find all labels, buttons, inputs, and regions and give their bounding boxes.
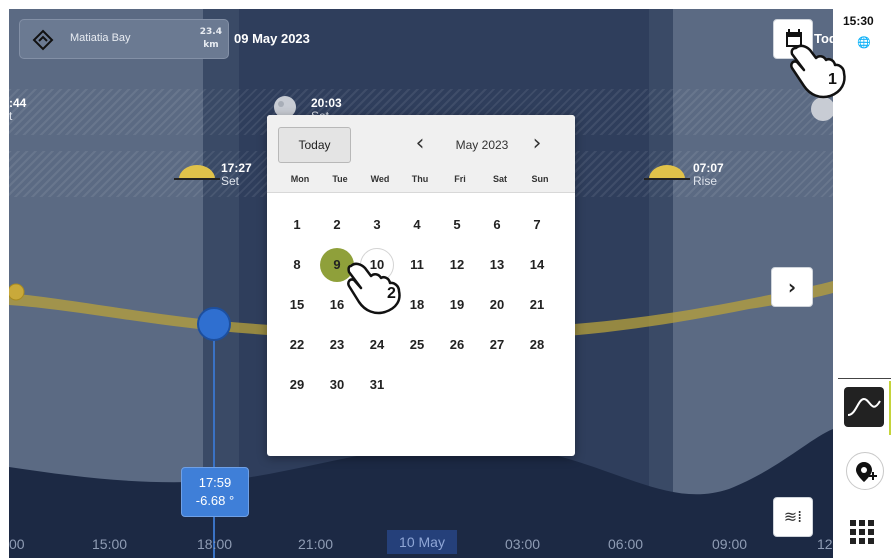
calendar-day-20[interactable]: 20 (480, 288, 514, 322)
event-label: Rise (693, 174, 718, 188)
sun-position-dot (9, 283, 25, 301)
axis-label: 12 (817, 536, 833, 552)
sunrise-icon (644, 165, 690, 180)
calendar-day-19[interactable]: 19 (440, 288, 474, 322)
tide-filter-icon: ≋⁞ (783, 507, 803, 526)
axis-label: 09:00 (712, 536, 748, 552)
sun-rise-event: 07:07 Rise (693, 162, 724, 188)
event-label: t (9, 109, 13, 123)
weekday-label: Tue (332, 174, 348, 184)
chevron-right-icon: › (787, 275, 797, 299)
calendar-day-24[interactable]: 24 (360, 328, 394, 362)
weekday-label: Mon (290, 174, 310, 184)
sunset-icon (174, 165, 220, 180)
step-badge: 2 (387, 285, 396, 302)
chevron-right-icon: › (532, 131, 542, 156)
calendar-day-22[interactable]: 22 (280, 328, 314, 362)
calendar-day-29[interactable]: 29 (280, 368, 314, 402)
weekday-label: Fri (454, 174, 466, 184)
apps-grid-button[interactable] (850, 520, 874, 544)
status-clock: 15:30 (843, 14, 874, 28)
calendar-day-26[interactable]: 26 (440, 328, 474, 362)
month-label: May 2023 (455, 138, 509, 152)
tide-filter-button[interactable]: ≋⁞ (773, 497, 813, 537)
add-location-pin-icon (856, 462, 877, 482)
calendar-day-8[interactable]: 8 (280, 248, 314, 282)
step-badge: 1 (828, 71, 837, 88)
distance-unit: km (203, 40, 219, 50)
weekday-label: Wed (370, 174, 390, 184)
hand-pointer-icon: 1 (790, 44, 846, 99)
calendar-day-31[interactable]: 31 (360, 368, 394, 402)
calendar-day-4[interactable]: 4 (400, 208, 434, 242)
today-button[interactable]: Today (278, 127, 351, 163)
calendar-day-6[interactable]: 6 (480, 208, 514, 242)
calendar-day-5[interactable]: 5 (440, 208, 474, 242)
next-month-button[interactable]: › (524, 131, 550, 159)
location-selector[interactable]: Matiatia Bay 23.4 km (19, 19, 229, 59)
prev-month-button[interactable]: ‹ (407, 131, 433, 159)
navigation-diamond-icon (32, 29, 54, 51)
calendar-day-7[interactable]: 7 (520, 208, 554, 242)
calendar-day-30[interactable]: 30 (320, 368, 354, 402)
time-cursor-line (213, 325, 215, 558)
header-date: 09 May 2023 (234, 31, 310, 46)
calendar-day-25[interactable]: 25 (400, 328, 434, 362)
tide-curve-icon (844, 387, 884, 427)
calendar-day-28[interactable]: 28 (520, 328, 554, 362)
calendar-day-3[interactable]: 3 (360, 208, 394, 242)
axis-label: 03:00 (505, 536, 541, 552)
calendar-day-13[interactable]: 13 (480, 248, 514, 282)
axis-label: 15:00 (92, 536, 128, 552)
axis-label: 06:00 (608, 536, 644, 552)
chevron-left-icon: ‹ (415, 131, 425, 156)
add-location-button[interactable] (846, 452, 884, 490)
calendar-day-12[interactable]: 12 (440, 248, 474, 282)
axis-label: 21:00 (298, 536, 334, 552)
weekday-label: Sun (531, 174, 549, 184)
axis-label: 18:00 (197, 536, 233, 552)
location-name: Matiatia Bay (70, 32, 131, 44)
axis-date-chip: 10 May (387, 530, 457, 554)
readout-value: -6.68 ° (195, 493, 235, 508)
cursor-readout: 17:59 -6.68 ° (181, 467, 249, 517)
moon-icon-right (811, 97, 833, 121)
calendar-popup-header: Today ‹ May 2023 › Mon Tue Wed Thu Fri S… (267, 115, 575, 193)
calendar-day-15[interactable]: 15 (280, 288, 314, 322)
calendar-day-27[interactable]: 27 (480, 328, 514, 362)
weekday-label: Thu (411, 174, 429, 184)
calendar-day-2[interactable]: 2 (320, 208, 354, 242)
weekday-label: Sat (492, 174, 507, 184)
axis-label: 00 (9, 536, 25, 552)
tide-view-button[interactable] (838, 378, 891, 436)
calendar-day-21[interactable]: 21 (520, 288, 554, 322)
time-cursor-handle[interactable] (197, 307, 231, 341)
readout-time: 17:59 (198, 475, 232, 490)
event-label: Set (221, 174, 240, 188)
calendar-day-23[interactable]: 23 (320, 328, 354, 362)
next-day-button[interactable]: › (771, 267, 813, 307)
hand-pointer-icon: 2 (347, 262, 401, 315)
location-distance: 23.4 km (200, 26, 222, 52)
calendar-day-14[interactable]: 14 (520, 248, 554, 282)
distance-value: 23.4 (199, 27, 222, 37)
sun-set-event: 17:27 Set (221, 162, 252, 188)
event-left-cut: :44 t (9, 97, 26, 123)
calendar-day-1[interactable]: 1 (280, 208, 314, 242)
